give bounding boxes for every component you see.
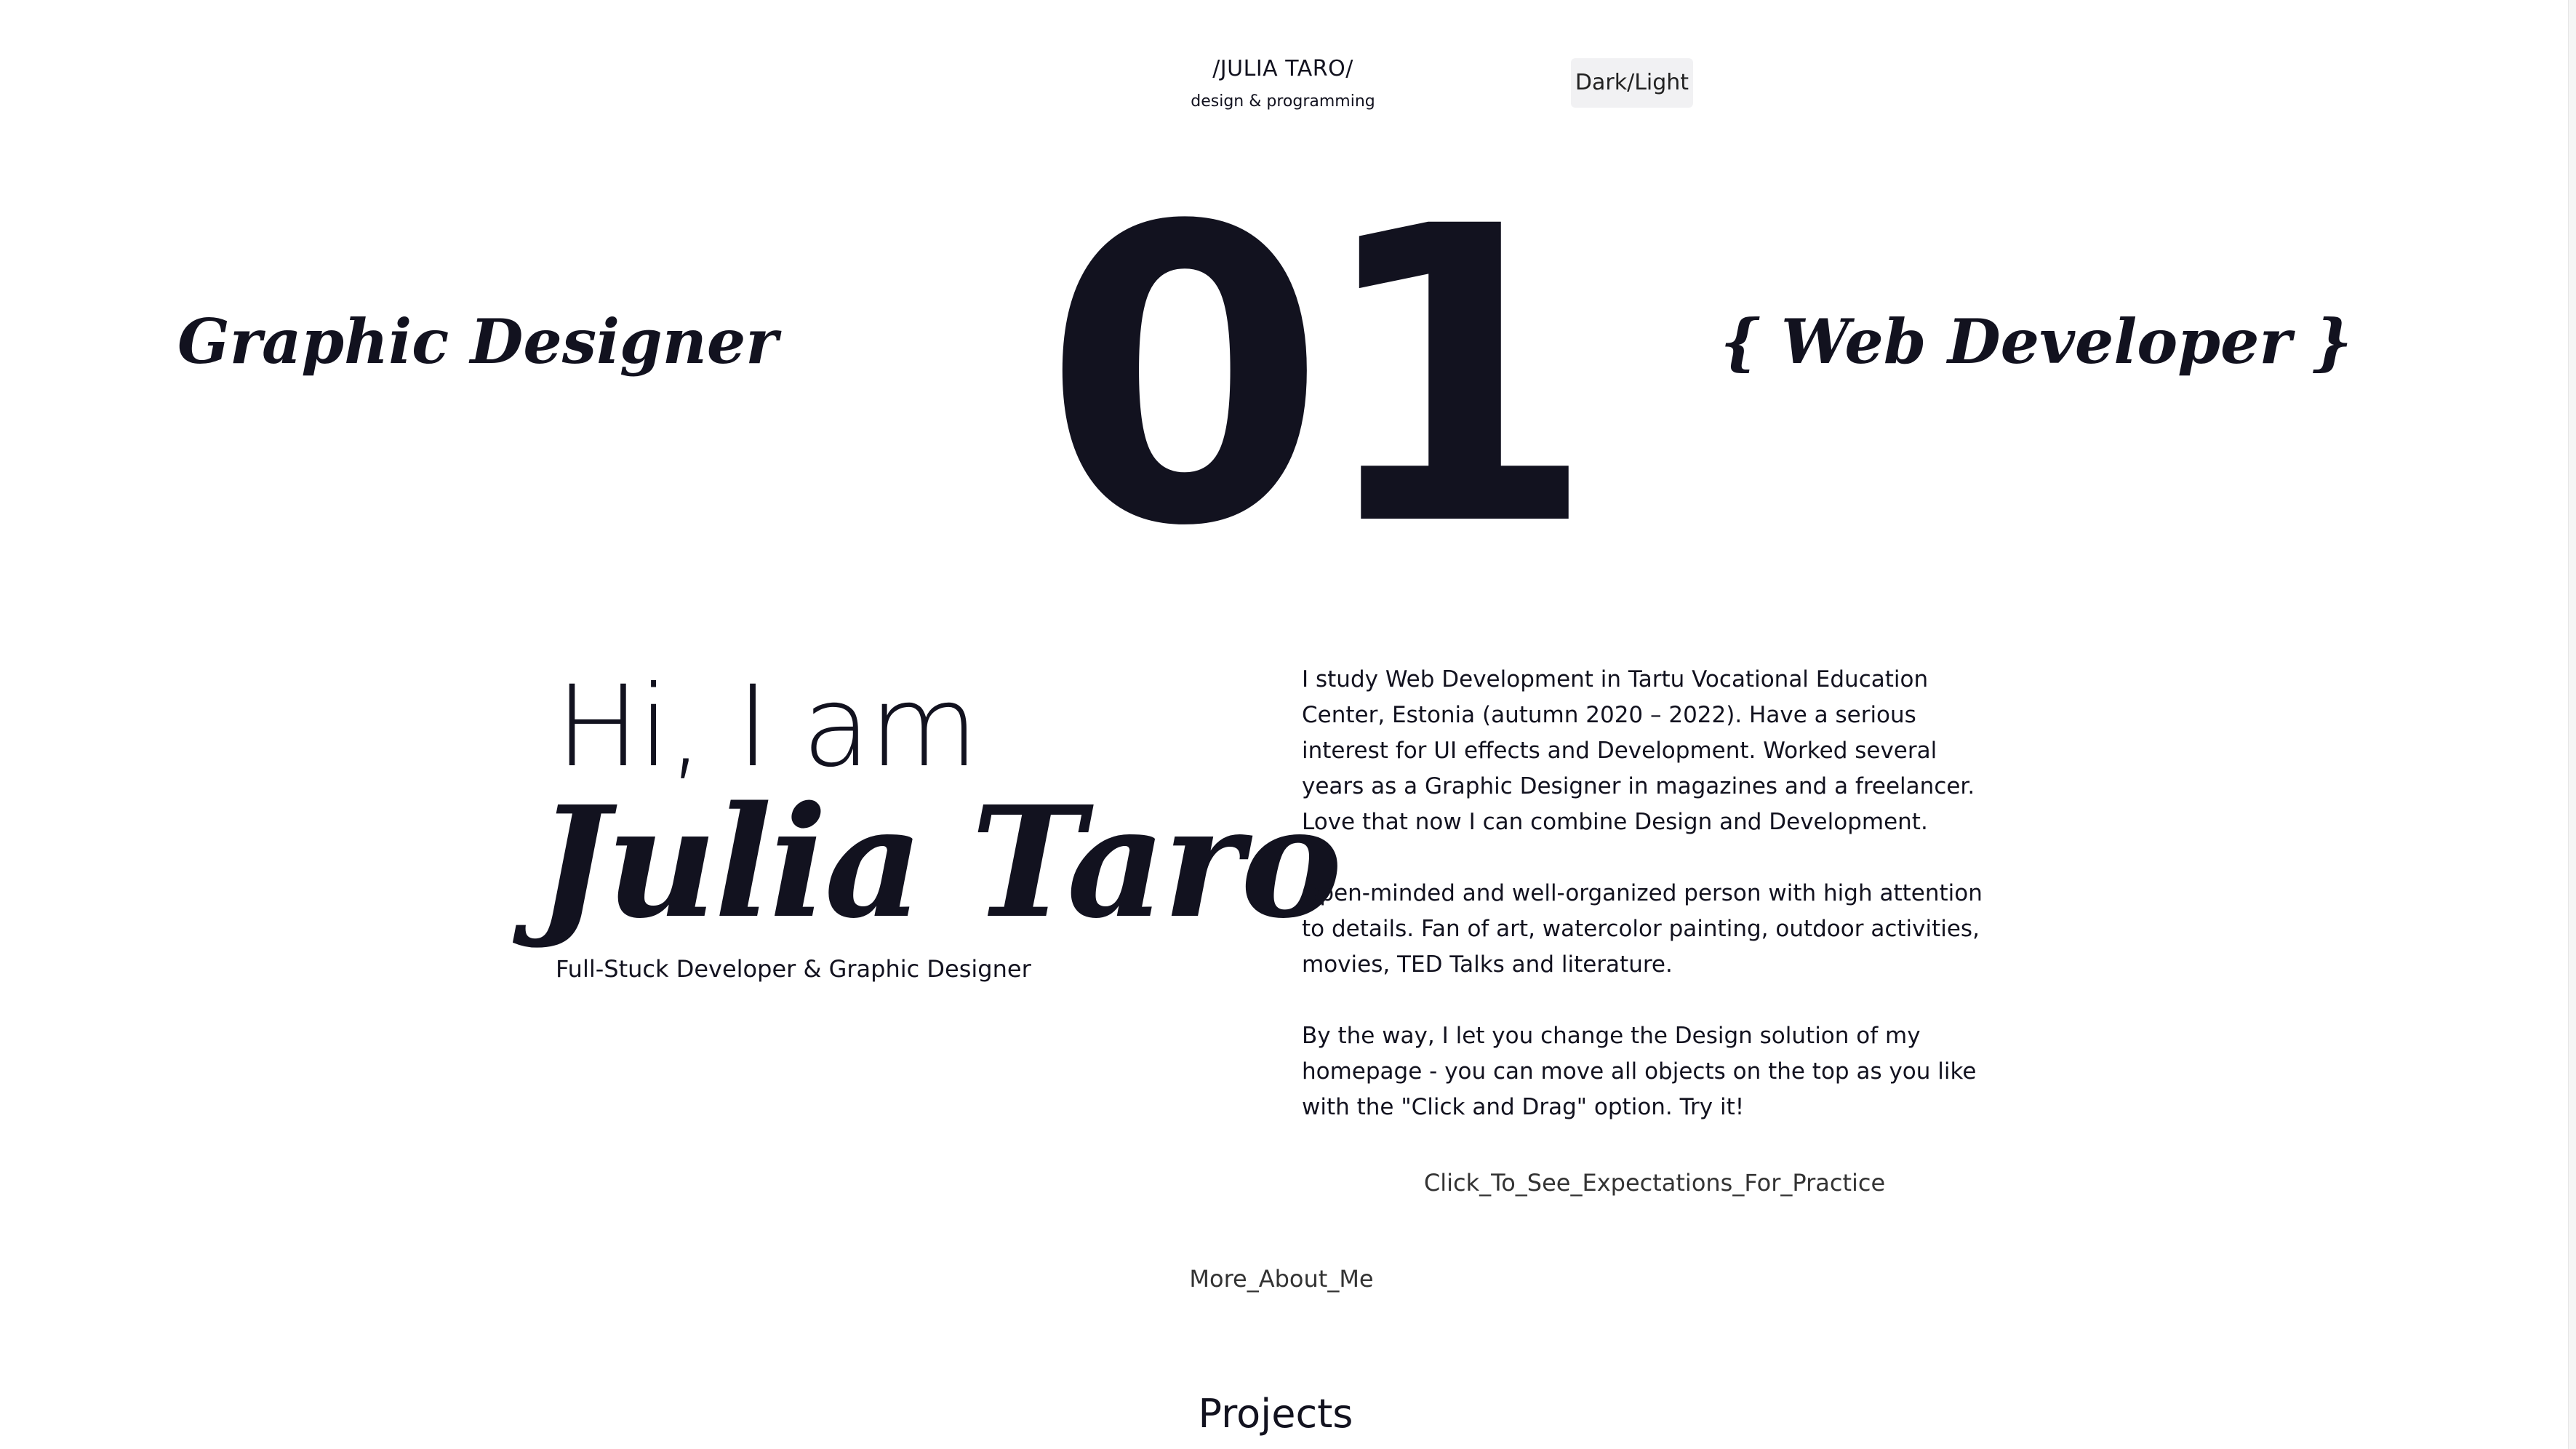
site-header: /JULIA TARO/ design & programming Dark/L… <box>0 49 2576 137</box>
bio-paragraph: Open-minded and well-organized person wi… <box>1302 880 1983 978</box>
name-title: Julia Taro <box>537 773 1343 952</box>
expectations-link[interactable]: Click_To_See_Expectations_For_Practice <box>1302 1165 2007 1200</box>
projects-heading: Projects <box>1198 1391 1353 1437</box>
bio-paragraph: By the way, I let you change the Design … <box>1302 1023 1977 1120</box>
tagline: Full-Stuck Developer & Graphic Designer <box>556 955 1031 983</box>
brand[interactable]: /JULIA TARO/ design & programming <box>1167 49 1399 115</box>
page: /JULIA TARO/ design & programming Dark/L… <box>0 0 2576 1449</box>
bio-section: I study Web Development in Tartu Vocatio… <box>1302 662 2000 1161</box>
bio-paragraph: I study Web Development in Tartu Vocatio… <box>1302 666 1975 835</box>
theme-toggle-button[interactable]: Dark/Light <box>1571 58 1693 108</box>
more-about-me-link[interactable]: More_About_Me <box>1105 1261 1457 1296</box>
big-number-01[interactable]: 01 <box>1043 160 1596 596</box>
vertical-scrollbar[interactable] <box>2568 0 2576 1449</box>
brand-title: /JULIA TARO/ <box>1212 56 1353 81</box>
web-developer-title[interactable]: { Web Developer } <box>1721 298 2352 386</box>
brand-subtitle: design & programming <box>1191 92 1375 111</box>
graphic-designer-title[interactable]: Graphic Designer <box>177 298 778 386</box>
